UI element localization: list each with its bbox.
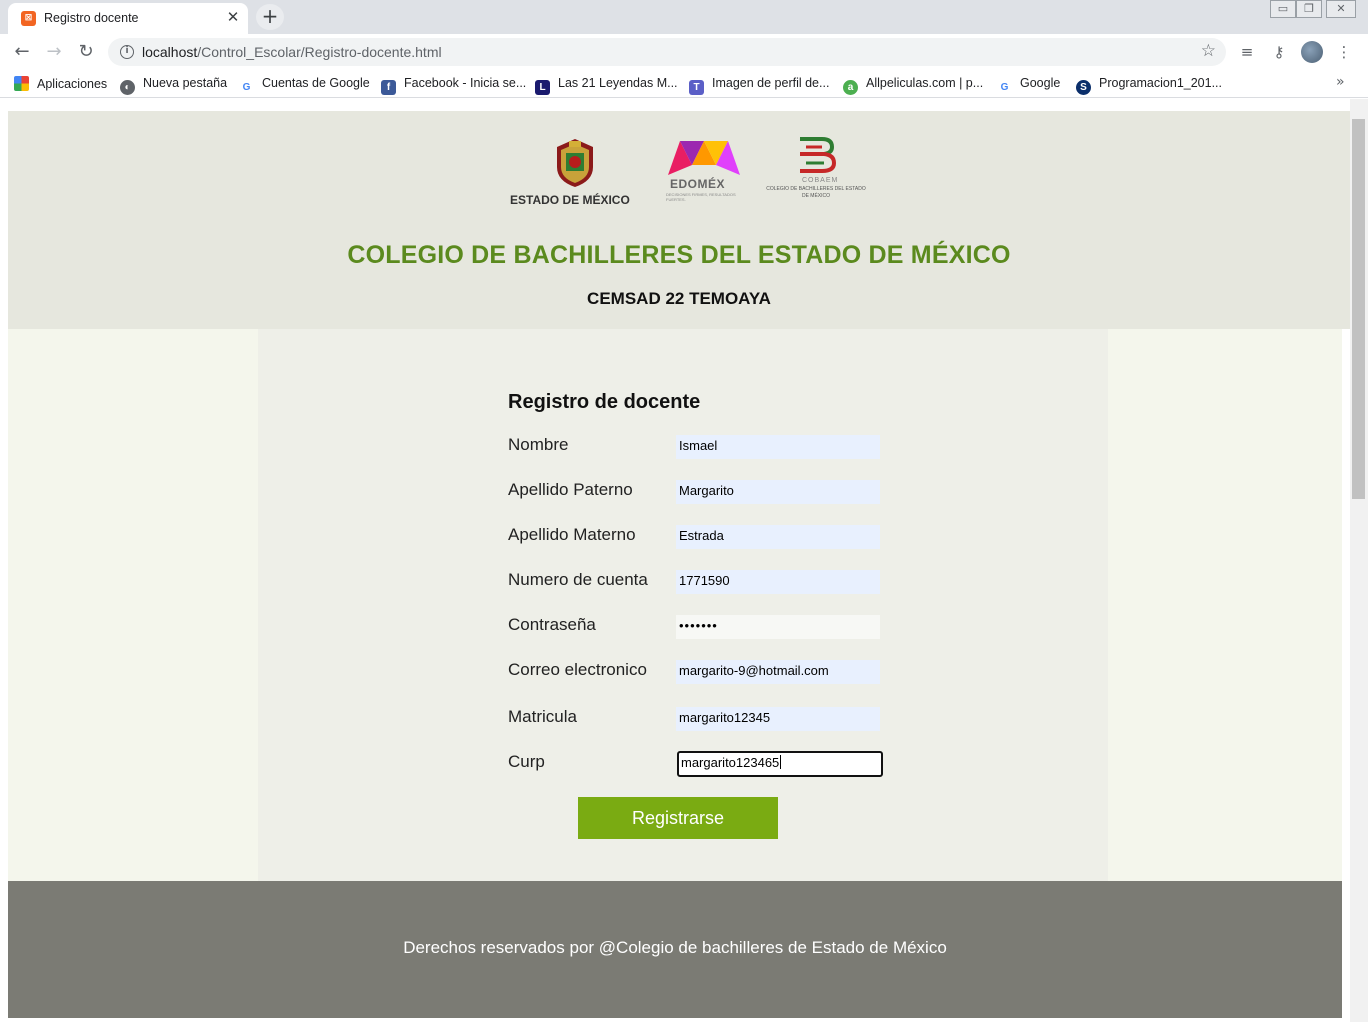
bookmark-label: Aplicaciones bbox=[37, 77, 108, 91]
bookmark-label: Allpeliculas.com | p... bbox=[866, 76, 984, 90]
minimize-window-button[interactable]: ▭ bbox=[1270, 0, 1296, 18]
site-subtitle: CEMSAD 22 TEMOAYA bbox=[587, 289, 771, 308]
bookmark-label: Las 21 Leyendas M... bbox=[558, 76, 678, 90]
scrollbar-thumb[interactable] bbox=[1352, 119, 1365, 499]
site-title: COLEGIO DE BACHILLERES DEL ESTADO DE MÉX… bbox=[347, 241, 1011, 269]
bookmark-leyendas[interactable]: L Las 21 Leyendas M... bbox=[535, 76, 678, 95]
key-icon[interactable]: ⚷ bbox=[1269, 42, 1289, 62]
browser-tab[interactable]: ⊠ Registro docente ✕ bbox=[8, 3, 248, 34]
estado-logo-caption: ESTADO DE MÉXICO bbox=[510, 193, 630, 207]
text-caret bbox=[780, 755, 782, 769]
vertical-scrollbar[interactable] bbox=[1350, 99, 1368, 1022]
new-tab-button[interactable]: + bbox=[256, 4, 284, 30]
bookmark-facebook[interactable]: f Facebook - Inicia se... bbox=[381, 76, 526, 95]
url-path: /Control_Escolar/Registro-docente.html bbox=[197, 44, 442, 60]
browser-toolbar: ← → ↻ i localhost/Control_Escolar/Regist… bbox=[0, 34, 1368, 70]
cobaem-caption: COBAEM bbox=[802, 177, 839, 184]
letter-l-icon: L bbox=[535, 80, 550, 95]
teams-icon: T bbox=[689, 80, 704, 95]
cobaem-logo-icon bbox=[800, 137, 837, 173]
tab-strip: ⊠ Registro docente ✕ + ▭ ❐ ✕ bbox=[0, 0, 1368, 34]
google-icon: G bbox=[239, 80, 254, 95]
bookmark-programacion[interactable]: S Programacion1_201... bbox=[1076, 76, 1222, 95]
contrasena-label: Contraseña bbox=[508, 615, 596, 634]
bookmark-label: Nueva pestaña bbox=[143, 76, 228, 90]
bookmark-allpeliculas[interactable]: a Allpeliculas.com | p... bbox=[843, 76, 983, 95]
bookmarks-bar: Aplicaciones ◐ Nueva pestaña G Cuentas de … bbox=[0, 70, 1368, 98]
edomex-tagline: DECISIONES FIRMES, RESULTADOS FUERTES. bbox=[666, 192, 736, 202]
correo-label: Correo electronico bbox=[508, 660, 647, 679]
forward-arrow-icon[interactable]: → bbox=[42, 41, 66, 65]
menu-dots-icon[interactable]: ⋮ bbox=[1334, 42, 1354, 62]
url-host: localhost bbox=[142, 44, 198, 60]
numero-cuenta-label: Numero de cuenta bbox=[508, 570, 648, 589]
address-bar[interactable]: i localhost/Control_Escolar/Registro-doc… bbox=[108, 38, 1226, 66]
tab-title: Registro docente bbox=[44, 11, 139, 25]
bookmark-label: Cuentas de Google bbox=[262, 76, 370, 90]
matricula-label: Matricula bbox=[508, 707, 577, 726]
profile-avatar[interactable] bbox=[1301, 41, 1323, 63]
cobaem-full-caption: COLEGIO DE BACHILLERES DEL ESTADO DE MÉX… bbox=[766, 186, 866, 199]
skype-icon: S bbox=[1076, 80, 1091, 95]
page-viewport: ESTADO DE MÉXICO EDOMÉX DECISIONES FIRME… bbox=[0, 99, 1350, 1022]
numero-cuenta-input[interactable]: 1771590 bbox=[676, 570, 880, 594]
facebook-icon: f bbox=[381, 80, 396, 95]
curp-value: margarito123465 bbox=[681, 755, 780, 770]
nombre-input[interactable]: Ismael bbox=[676, 435, 880, 459]
edomex-logo-icon bbox=[668, 141, 740, 175]
close-tab-icon[interactable]: ✕ bbox=[224, 8, 242, 26]
apellido-materno-input[interactable]: Estrada bbox=[676, 525, 880, 549]
curp-label: Curp bbox=[508, 752, 545, 771]
bookmark-label: Facebook - Inicia se... bbox=[404, 76, 527, 90]
footer-text: Derechos reservados por @Colegio de bach… bbox=[403, 938, 947, 957]
contrasena-input[interactable]: ••••••• bbox=[676, 615, 880, 639]
bookmark-google[interactable]: G Google bbox=[997, 76, 1060, 95]
url-text[interactable]: localhost/Control_Escolar/Registro-docen… bbox=[142, 44, 442, 60]
apps-grid-icon bbox=[14, 76, 29, 91]
close-window-button[interactable]: ✕ bbox=[1326, 0, 1356, 18]
bookmark-nueva-pestana[interactable]: ◐ Nueva pestaña bbox=[120, 76, 227, 95]
form-heading: Registro de docente bbox=[508, 391, 701, 413]
bookmark-label: Programacion1_201... bbox=[1099, 76, 1222, 90]
bookmark-label: Imagen de perfil de... bbox=[712, 76, 830, 90]
registration-form: Registro de docente Nombre Ismael Apelli… bbox=[258, 329, 1108, 881]
back-arrow-icon[interactable]: ← bbox=[10, 41, 34, 65]
bookmark-aplicaciones[interactable]: Aplicaciones bbox=[14, 76, 107, 91]
correo-input[interactable]: margarito-9@hotmail.com bbox=[676, 660, 880, 684]
more-bookmarks-icon[interactable]: » bbox=[1336, 74, 1345, 90]
allpeliculas-icon: a bbox=[843, 80, 858, 95]
apellido-paterno-label: Apellido Paterno bbox=[508, 480, 633, 499]
google-icon: G bbox=[997, 80, 1012, 95]
logo-row: ESTADO DE MÉXICO EDOMÉX DECISIONES FIRME… bbox=[502, 133, 866, 213]
bookmark-cuentas-google[interactable]: G Cuentas de Google bbox=[239, 76, 370, 95]
matricula-input[interactable]: margarito12345 bbox=[676, 707, 880, 731]
apellido-paterno-input[interactable]: Margarito bbox=[676, 480, 880, 504]
bookmark-imagen-perfil[interactable]: T Imagen de perfil de... bbox=[689, 76, 829, 95]
page-footer: Derechos reservados por @Colegio de bach… bbox=[8, 881, 1342, 1018]
apellido-materno-label: Apellido Materno bbox=[508, 525, 636, 544]
nombre-label: Nombre bbox=[508, 435, 569, 454]
curp-input[interactable]: margarito123465 bbox=[677, 751, 883, 777]
globe-icon: ◐ bbox=[120, 80, 135, 95]
estado-de-mexico-coat-of-arms-icon bbox=[557, 139, 593, 187]
info-icon[interactable]: i bbox=[120, 45, 134, 59]
xampp-favicon-icon: ⊠ bbox=[21, 11, 36, 26]
bookmark-label: Google bbox=[1020, 76, 1061, 90]
reload-icon[interactable]: ↻ bbox=[74, 41, 98, 65]
page-header: ESTADO DE MÉXICO EDOMÉX DECISIONES FIRME… bbox=[8, 111, 1350, 329]
edomex-caption: EDOMÉX bbox=[670, 177, 726, 191]
bookmark-star-icon[interactable]: ☆ bbox=[1201, 41, 1216, 61]
media-queue-icon[interactable]: ≡ bbox=[1237, 42, 1257, 62]
restore-window-button[interactable]: ❐ bbox=[1296, 0, 1322, 18]
registrarse-button[interactable]: Registrarse bbox=[578, 797, 778, 839]
